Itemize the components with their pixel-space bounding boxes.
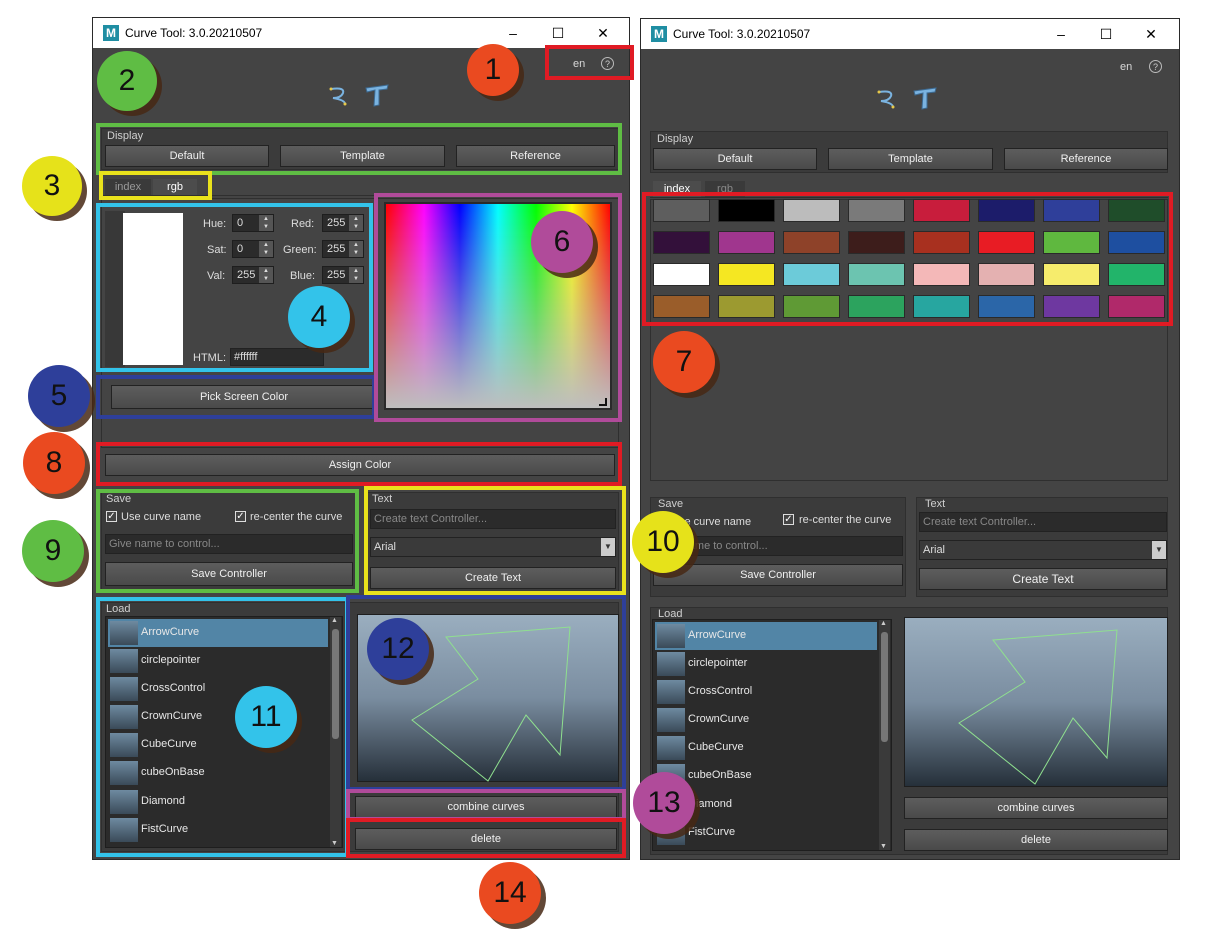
- list-item-label: cubeOnBase: [688, 769, 752, 781]
- curve-thumbnail: [657, 736, 685, 760]
- highlight-tabs: [99, 171, 212, 200]
- arrow-curve-preview-icon: [958, 629, 1118, 785]
- highlight-combine: [346, 789, 626, 821]
- curve-tool-icon[interactable]: [875, 87, 899, 111]
- maya-logo-icon: M: [651, 26, 667, 42]
- highlight-assign: [96, 442, 622, 486]
- curve-thumbnail: [657, 708, 685, 732]
- highlight-delete: [346, 818, 626, 858]
- scroll-thumb[interactable]: [881, 632, 888, 742]
- text-controller-input[interactable]: Create text Controller...: [919, 512, 1167, 532]
- list-item-label: CrownCurve: [688, 713, 750, 725]
- annotation-marker-2: 2: [97, 51, 157, 111]
- annotation-marker-12: 12: [367, 618, 429, 680]
- title-bar: M Curve Tool: 3.0.20210507 – ☐ ✕: [93, 18, 629, 48]
- minimize-button[interactable]: –: [1046, 23, 1076, 45]
- annotation-marker-8: 8: [23, 432, 85, 494]
- highlight-language: [545, 45, 634, 80]
- list-item-label: CubeCurve: [688, 741, 744, 753]
- curve-tool-icon[interactable]: [327, 84, 351, 108]
- display-reference-button[interactable]: Reference: [1004, 148, 1168, 170]
- list-item-label: circlepointer: [688, 657, 748, 669]
- annotation-marker-5: 5: [28, 365, 90, 427]
- recenter-checkbox[interactable]: ✓: [783, 514, 794, 525]
- display-frame: Display Default Template Reference: [650, 131, 1168, 173]
- window-title: Curve Tool: 3.0.20210507: [673, 27, 811, 41]
- save-controller-button[interactable]: Save Controller: [653, 564, 903, 586]
- maximize-button[interactable]: ☐: [1091, 23, 1121, 45]
- list-item[interactable]: circlepointer: [655, 650, 877, 678]
- list-item[interactable]: FistCurve: [655, 819, 877, 847]
- highlight-display: [96, 123, 622, 175]
- highlight-save: [96, 489, 359, 593]
- minimize-button[interactable]: –: [498, 22, 528, 44]
- list-item[interactable]: CrossControl: [655, 678, 877, 706]
- annotation-marker-1: 1: [467, 44, 519, 96]
- list-scrollbar[interactable]: ▲ ▼: [879, 620, 890, 850]
- right-window: M Curve Tool: 3.0.20210507 – ☐ ✕ en ? Di…: [640, 18, 1180, 860]
- display-default-button[interactable]: Default: [653, 148, 817, 170]
- scroll-up-arrow[interactable]: ▲: [880, 620, 887, 627]
- highlight-text: [364, 486, 626, 595]
- list-item-label: FistCurve: [688, 826, 736, 838]
- annotation-marker-10: 10: [632, 511, 694, 573]
- title-bar: M Curve Tool: 3.0.20210507 – ☐ ✕: [641, 19, 1179, 49]
- curve-thumbnail: [657, 680, 685, 704]
- font-dropdown[interactable]: Arial ▼: [919, 540, 1167, 560]
- text-tool-icon[interactable]: [911, 85, 939, 111]
- recenter-label: re-center the curve: [799, 514, 892, 526]
- list-item[interactable]: CrownCurve: [655, 706, 877, 734]
- scroll-down-arrow[interactable]: ▼: [880, 843, 887, 850]
- create-text-button[interactable]: Create Text: [919, 568, 1167, 590]
- text-label: Text: [925, 498, 946, 510]
- annotation-marker-9: 9: [22, 520, 84, 582]
- window-title: Curve Tool: 3.0.20210507: [125, 26, 263, 40]
- highlight-rgb-panel: [96, 203, 373, 372]
- text-frame: Text Create text Controller... Arial ▼ C…: [916, 497, 1168, 597]
- close-button[interactable]: ✕: [1136, 23, 1166, 45]
- highlight-pick-color: [96, 375, 376, 419]
- curve-preview-viewport: [904, 617, 1168, 787]
- highlight-index-colors: [642, 192, 1173, 326]
- annotation-marker-6: 6: [531, 211, 593, 273]
- list-item[interactable]: ArrowCurve: [655, 622, 877, 650]
- font-value: Arial: [923, 544, 946, 556]
- list-item[interactable]: CubeCurve: [655, 734, 877, 762]
- annotation-marker-13: 13: [633, 772, 695, 834]
- annotation-marker-7: 7: [653, 331, 715, 393]
- help-icon[interactable]: ?: [1149, 60, 1162, 73]
- text-tool-icon[interactable]: [363, 82, 391, 108]
- combine-curves-button[interactable]: combine curves: [904, 797, 1168, 819]
- chevron-down-icon: ▼: [1152, 541, 1166, 559]
- display-template-button[interactable]: Template: [828, 148, 993, 170]
- annotation-marker-3: 3: [22, 156, 82, 216]
- list-item-label: ArrowCurve: [688, 629, 747, 641]
- curve-thumbnail: [657, 624, 685, 648]
- delete-button[interactable]: delete: [904, 829, 1168, 851]
- display-label: Display: [657, 133, 694, 145]
- list-item-label: CrossControl: [688, 685, 753, 697]
- save-label: Save: [658, 498, 684, 510]
- annotation-marker-14: 14: [479, 862, 541, 924]
- maximize-button[interactable]: ☐: [543, 22, 573, 44]
- close-button[interactable]: ✕: [588, 22, 618, 44]
- maya-logo-icon: M: [103, 25, 119, 41]
- highlight-load-list: [96, 597, 349, 857]
- annotation-marker-11: 11: [235, 686, 297, 748]
- language-selector[interactable]: en: [1120, 61, 1132, 73]
- curve-thumbnail: [657, 652, 685, 676]
- annotation-marker-4: 4: [288, 286, 350, 348]
